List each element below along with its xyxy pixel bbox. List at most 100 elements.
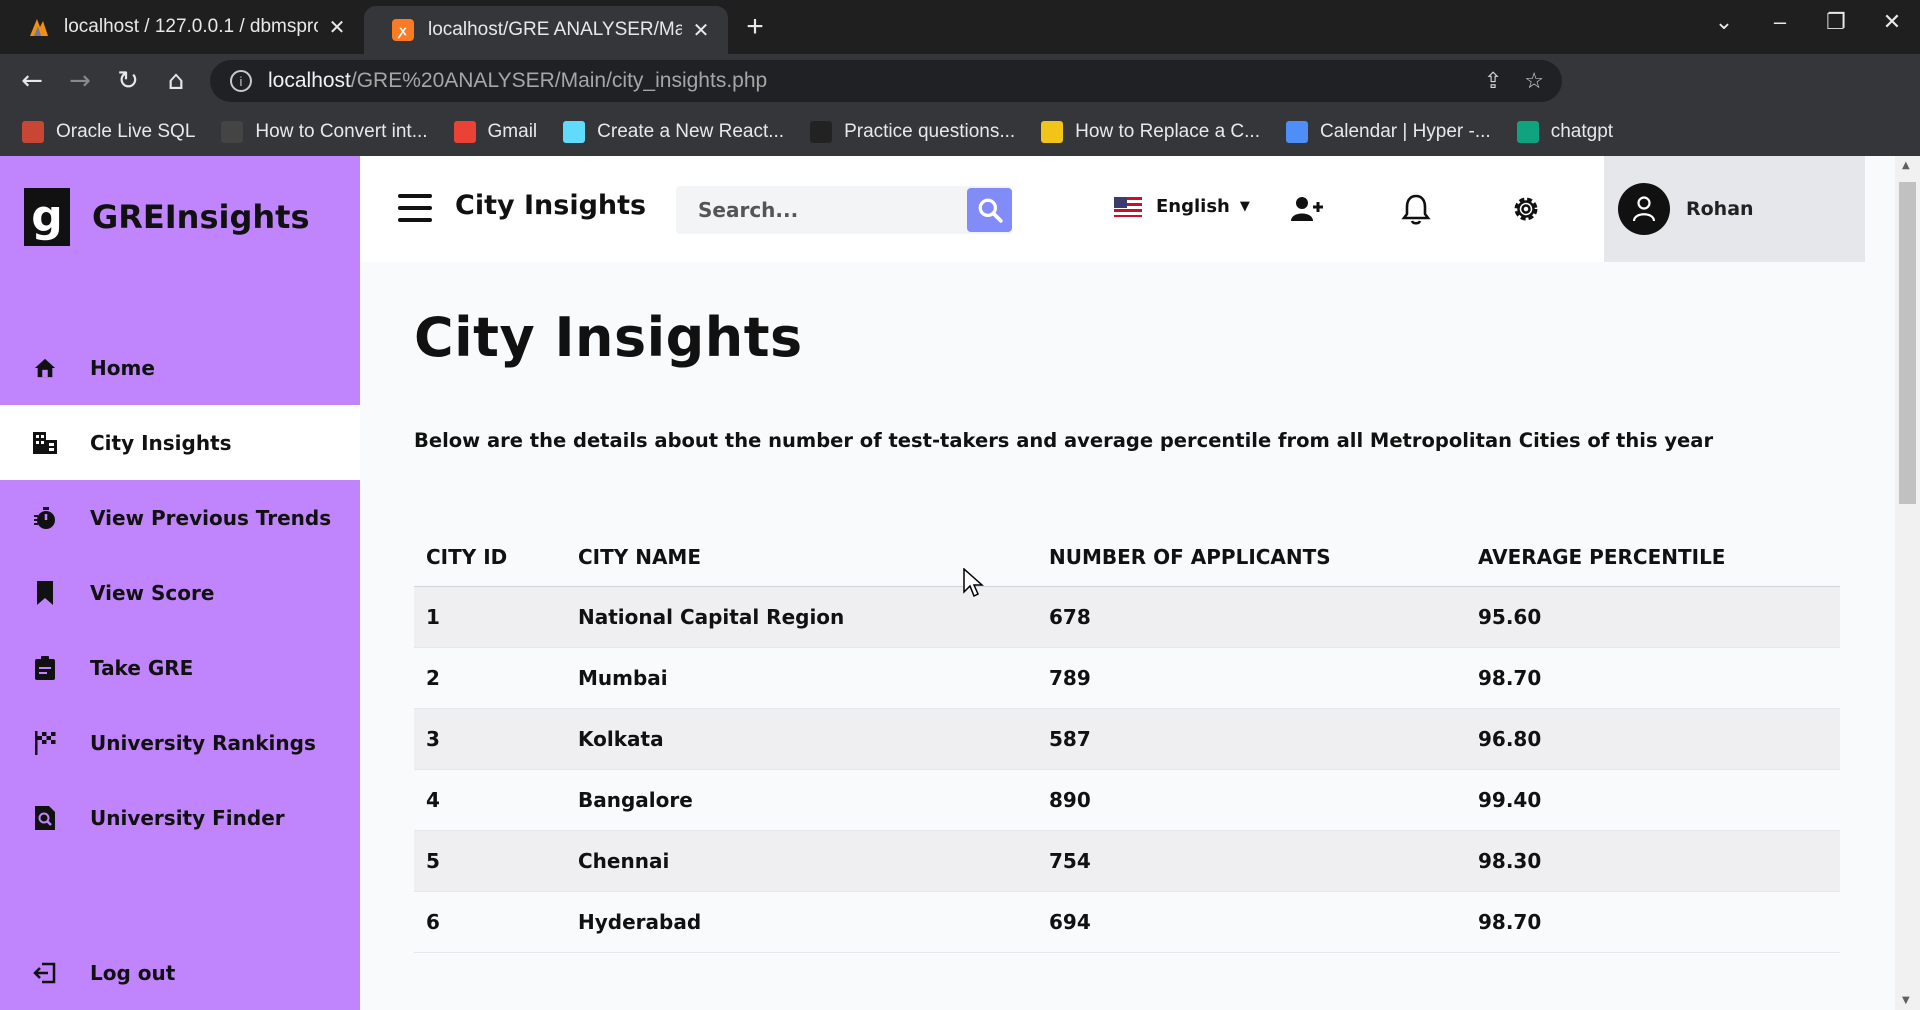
close-window-icon[interactable]: ✕ (1864, 0, 1920, 44)
sidebar-item-home[interactable]: Home (0, 330, 360, 405)
add-user-icon[interactable] (1288, 190, 1326, 228)
forward-icon[interactable]: → (56, 54, 104, 108)
sidebar-item-university-rankings[interactable]: University Rankings (0, 705, 360, 780)
reload-icon[interactable]: ↻ (104, 54, 152, 108)
url-path: /GRE%20ANALYSER/Main/city_insights.php (350, 69, 768, 92)
logout-icon (32, 960, 58, 986)
cell-city-id: 1 (414, 586, 566, 648)
sidebar-item-university-finder[interactable]: University Finder (0, 780, 360, 855)
close-tab-icon[interactable]: ✕ (326, 15, 348, 40)
browser-tab-gre-analyser[interactable]: ꭗ localhost/GRE ANALYSER/Main/c ✕ (364, 6, 728, 54)
search-input[interactable] (676, 186, 956, 234)
gmail-icon (453, 121, 476, 143)
cell-applicants: 587 (1037, 708, 1466, 770)
bookmark-item[interactable]: Calendar | Hyper -... (1285, 121, 1491, 143)
clipboard-icon (32, 655, 58, 681)
logout-button[interactable]: Log out (0, 935, 360, 1010)
sidebar-item-take-gre[interactable]: Take GRE (0, 630, 360, 705)
column-header-applicants: NUMBER OF APPLICANTS (1037, 528, 1466, 587)
us-flag-icon (1114, 196, 1142, 217)
cell-percentile: 99.40 (1466, 769, 1840, 831)
column-header-percentile: AVERAGE PERCENTILE (1466, 528, 1840, 587)
leetcode-icon (810, 121, 833, 143)
bookmark-item[interactable]: Gmail (453, 121, 537, 143)
city-insights-table: CITY ID CITY NAME NUMBER OF APPLICANTS A… (414, 528, 1840, 953)
tab-search-icon[interactable]: ⌄ (1696, 0, 1752, 44)
search-icon (978, 198, 1003, 223)
language-label: English (1156, 196, 1230, 217)
sidebar-item-label: Home (90, 355, 155, 380)
bookmark-item[interactable]: Oracle Live SQL (22, 121, 195, 143)
cell-city-id: 4 (414, 769, 566, 831)
cell-city-id: 3 (414, 708, 566, 770)
site-info-icon[interactable]: i (230, 70, 252, 92)
page-scrollbar[interactable]: ▲ ▼ (1895, 156, 1920, 1010)
table-row: 4 Bangalore 890 99.40 (414, 769, 1840, 831)
bookmark-item[interactable]: Create a New React... (563, 121, 784, 143)
sidebar-item-city-insights[interactable]: City Insights (0, 405, 360, 480)
browser-tab-strip: localhost / 127.0.0.1 / dbmsproje ✕ ꭗ lo… (0, 0, 1920, 54)
back-icon[interactable]: ← (8, 54, 56, 108)
phpmyadmin-icon (28, 16, 50, 38)
cell-percentile: 98.70 (1466, 891, 1840, 953)
table-row: 3 Kolkata 587 96.80 (414, 708, 1840, 770)
restore-icon[interactable]: ❐ (1808, 0, 1864, 44)
user-menu[interactable]: Rohan (1604, 156, 1865, 262)
bookmark-icon (32, 580, 58, 606)
column-header-city-id: CITY ID (414, 528, 566, 587)
scrollbar-thumb[interactable] (1899, 182, 1916, 504)
search-button[interactable] (967, 188, 1012, 232)
sidebar-item-label: University Finder (90, 805, 285, 830)
bookmark-item[interactable]: Practice questions... (810, 121, 1015, 143)
bookmark-label: Calendar | Hyper -... (1319, 121, 1491, 142)
cell-city-name: Kolkata (566, 708, 1037, 770)
browser-tab-phpmyadmin[interactable]: localhost / 127.0.0.1 / dbmsproje ✕ (0, 0, 364, 54)
graduation-cap-icon (221, 121, 244, 143)
page-title: City Insights (414, 306, 803, 369)
cell-percentile: 98.30 (1466, 830, 1840, 892)
address-bar[interactable]: i localhost/GRE%20ANALYSER/Main/city_ins… (210, 60, 1562, 102)
table-row: 1 National Capital Region 678 95.60 (414, 586, 1840, 648)
browser-toolbar: ← → ↻ ⌂ i localhost/GRE%20ANALYSER/Main/… (0, 54, 1920, 150)
web-page: g GREInsights Home City Insights View Pr… (0, 156, 1920, 1010)
brand[interactable]: g GREInsights (24, 188, 310, 246)
mouse-cursor-icon (963, 568, 984, 598)
sidebar-item-view-score[interactable]: View Score (0, 555, 360, 630)
bookmark-star-icon[interactable]: ☆ (1524, 68, 1544, 94)
scroll-down-icon[interactable]: ▼ (1902, 995, 1910, 1006)
scroll-up-icon[interactable]: ▲ (1902, 160, 1910, 171)
bookmark-label: Oracle Live SQL (56, 121, 196, 142)
settings-gear-icon[interactable] (1507, 190, 1545, 228)
window-controls: ⌄ – ❐ ✕ (1696, 0, 1920, 44)
url-host: localhost (268, 69, 351, 92)
js-icon (1041, 121, 1064, 143)
home-icon (32, 355, 58, 381)
sidebar-item-label: Take GRE (90, 655, 194, 680)
table-header-row: CITY ID CITY NAME NUMBER OF APPLICANTS A… (414, 528, 1840, 587)
user-icon (1632, 196, 1656, 222)
tab-title: localhost / 127.0.0.1 / dbmsproje (64, 16, 318, 37)
bookmark-item[interactable]: How to Convert int... (221, 121, 428, 143)
cell-applicants: 678 (1037, 586, 1466, 648)
calendar-icon (1285, 121, 1308, 143)
bookmark-item[interactable]: How to Replace a C... (1041, 121, 1260, 143)
cell-city-name: Mumbai (566, 647, 1037, 709)
home-page-icon[interactable]: ⌂ (152, 54, 200, 108)
menu-toggle-icon[interactable] (398, 194, 432, 222)
minimize-icon[interactable]: – (1752, 0, 1808, 44)
topbar-title: City Insights (455, 190, 647, 221)
close-tab-icon[interactable]: ✕ (690, 18, 712, 43)
cell-percentile: 96.80 (1466, 708, 1840, 770)
language-selector[interactable]: English ▼ (1114, 196, 1250, 217)
new-tab-button[interactable]: + (728, 0, 782, 54)
user-name: Rohan (1686, 198, 1754, 220)
notification-bell-icon[interactable] (1397, 190, 1435, 228)
cell-applicants: 890 (1037, 769, 1466, 831)
topbar: City Insights English ▼ Rohan (360, 156, 1865, 262)
bookmark-item[interactable]: chatgpt (1516, 121, 1613, 143)
sidebar-item-previous-trends[interactable]: View Previous Trends (0, 480, 360, 555)
sidebar-nav: Home City Insights View Previous Trends … (0, 330, 360, 855)
cell-city-id: 5 (414, 830, 566, 892)
share-icon[interactable]: ⇪ (1484, 68, 1502, 94)
xampp-icon: ꭗ (392, 19, 414, 41)
